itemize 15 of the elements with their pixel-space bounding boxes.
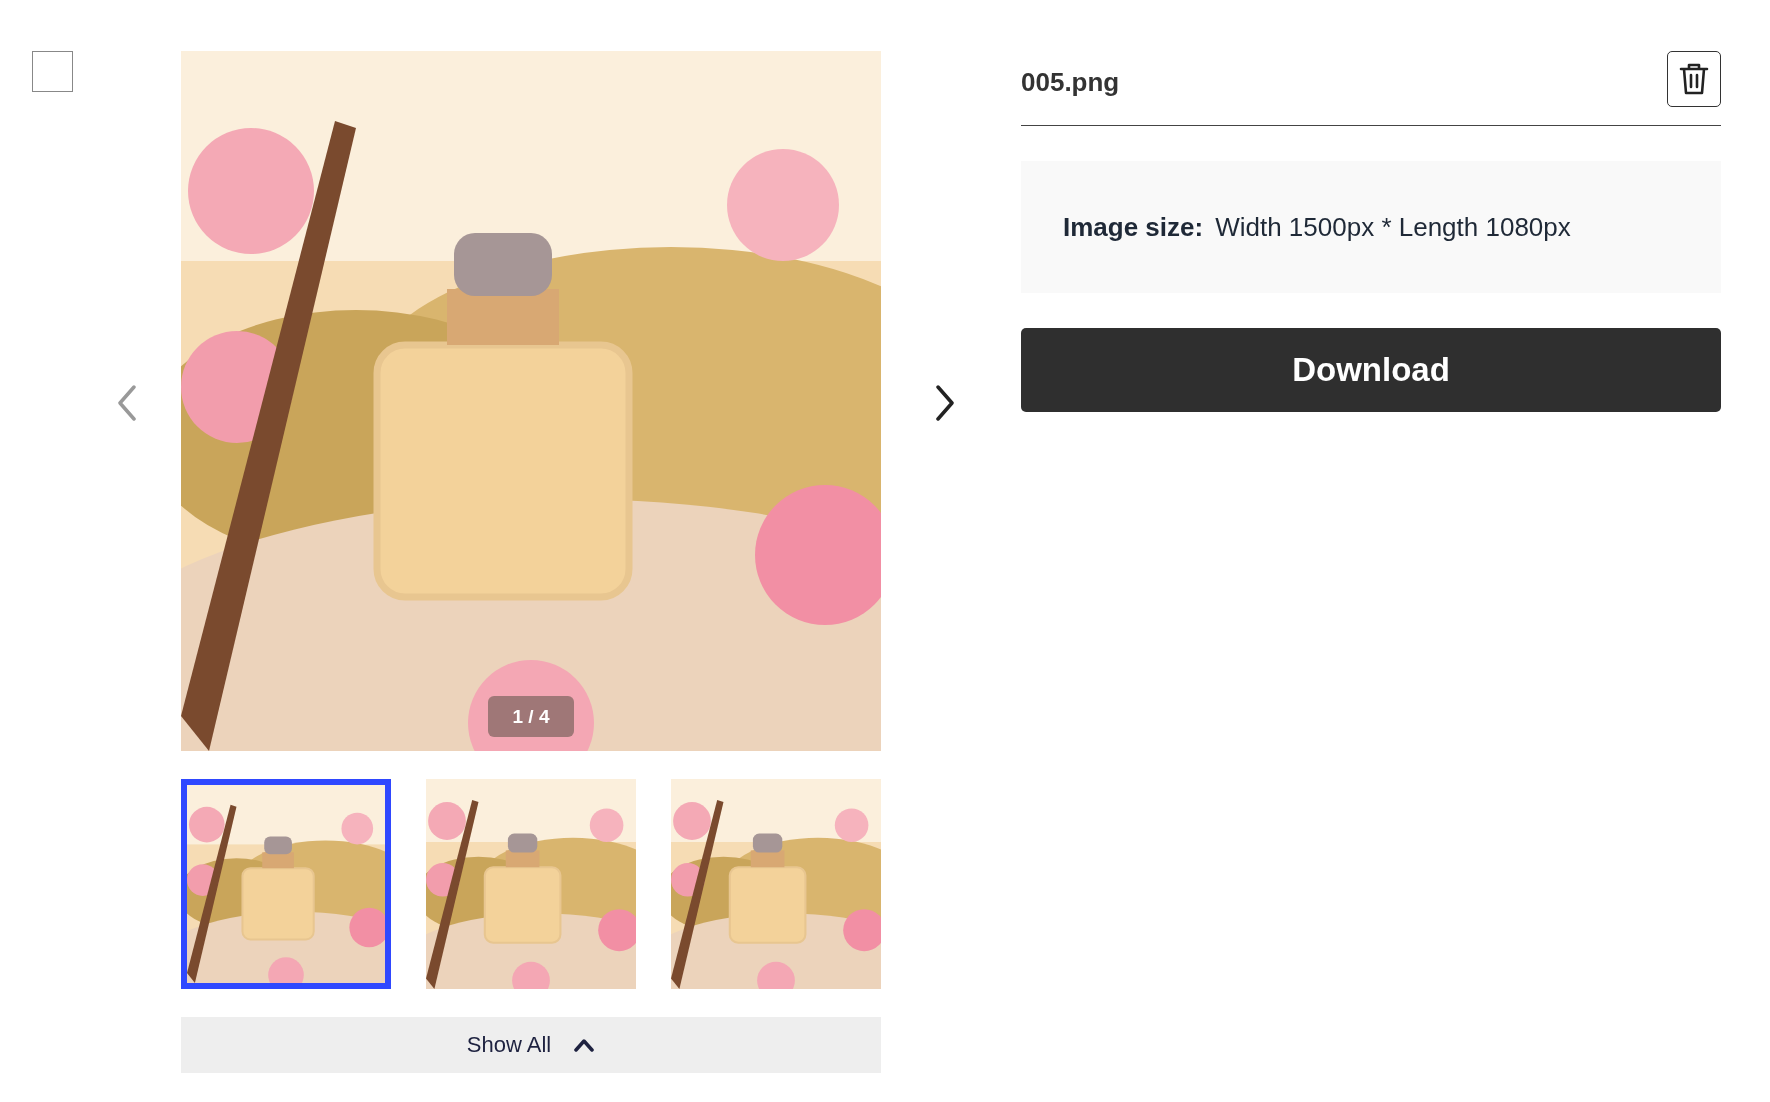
thumbnail[interactable] bbox=[426, 779, 636, 989]
file-name: 005.png bbox=[1021, 65, 1120, 98]
thumbnail[interactable] bbox=[671, 779, 881, 989]
delete-button[interactable] bbox=[1667, 51, 1721, 107]
info-label: Image size: bbox=[1063, 211, 1204, 243]
chevron-left-icon bbox=[117, 385, 137, 421]
image-counter: 1 / 4 bbox=[488, 696, 574, 737]
chevron-right-icon bbox=[935, 385, 955, 421]
download-button[interactable]: Download bbox=[1021, 328, 1721, 412]
info-value: Width 1500px * Length 1080px bbox=[1215, 211, 1571, 243]
caret-icon bbox=[573, 1038, 596, 1052]
trash-icon bbox=[1679, 62, 1709, 96]
select-checkbox[interactable] bbox=[32, 51, 73, 92]
show-all-button[interactable]: Show All bbox=[181, 1017, 881, 1073]
thumbnail[interactable] bbox=[181, 779, 391, 989]
